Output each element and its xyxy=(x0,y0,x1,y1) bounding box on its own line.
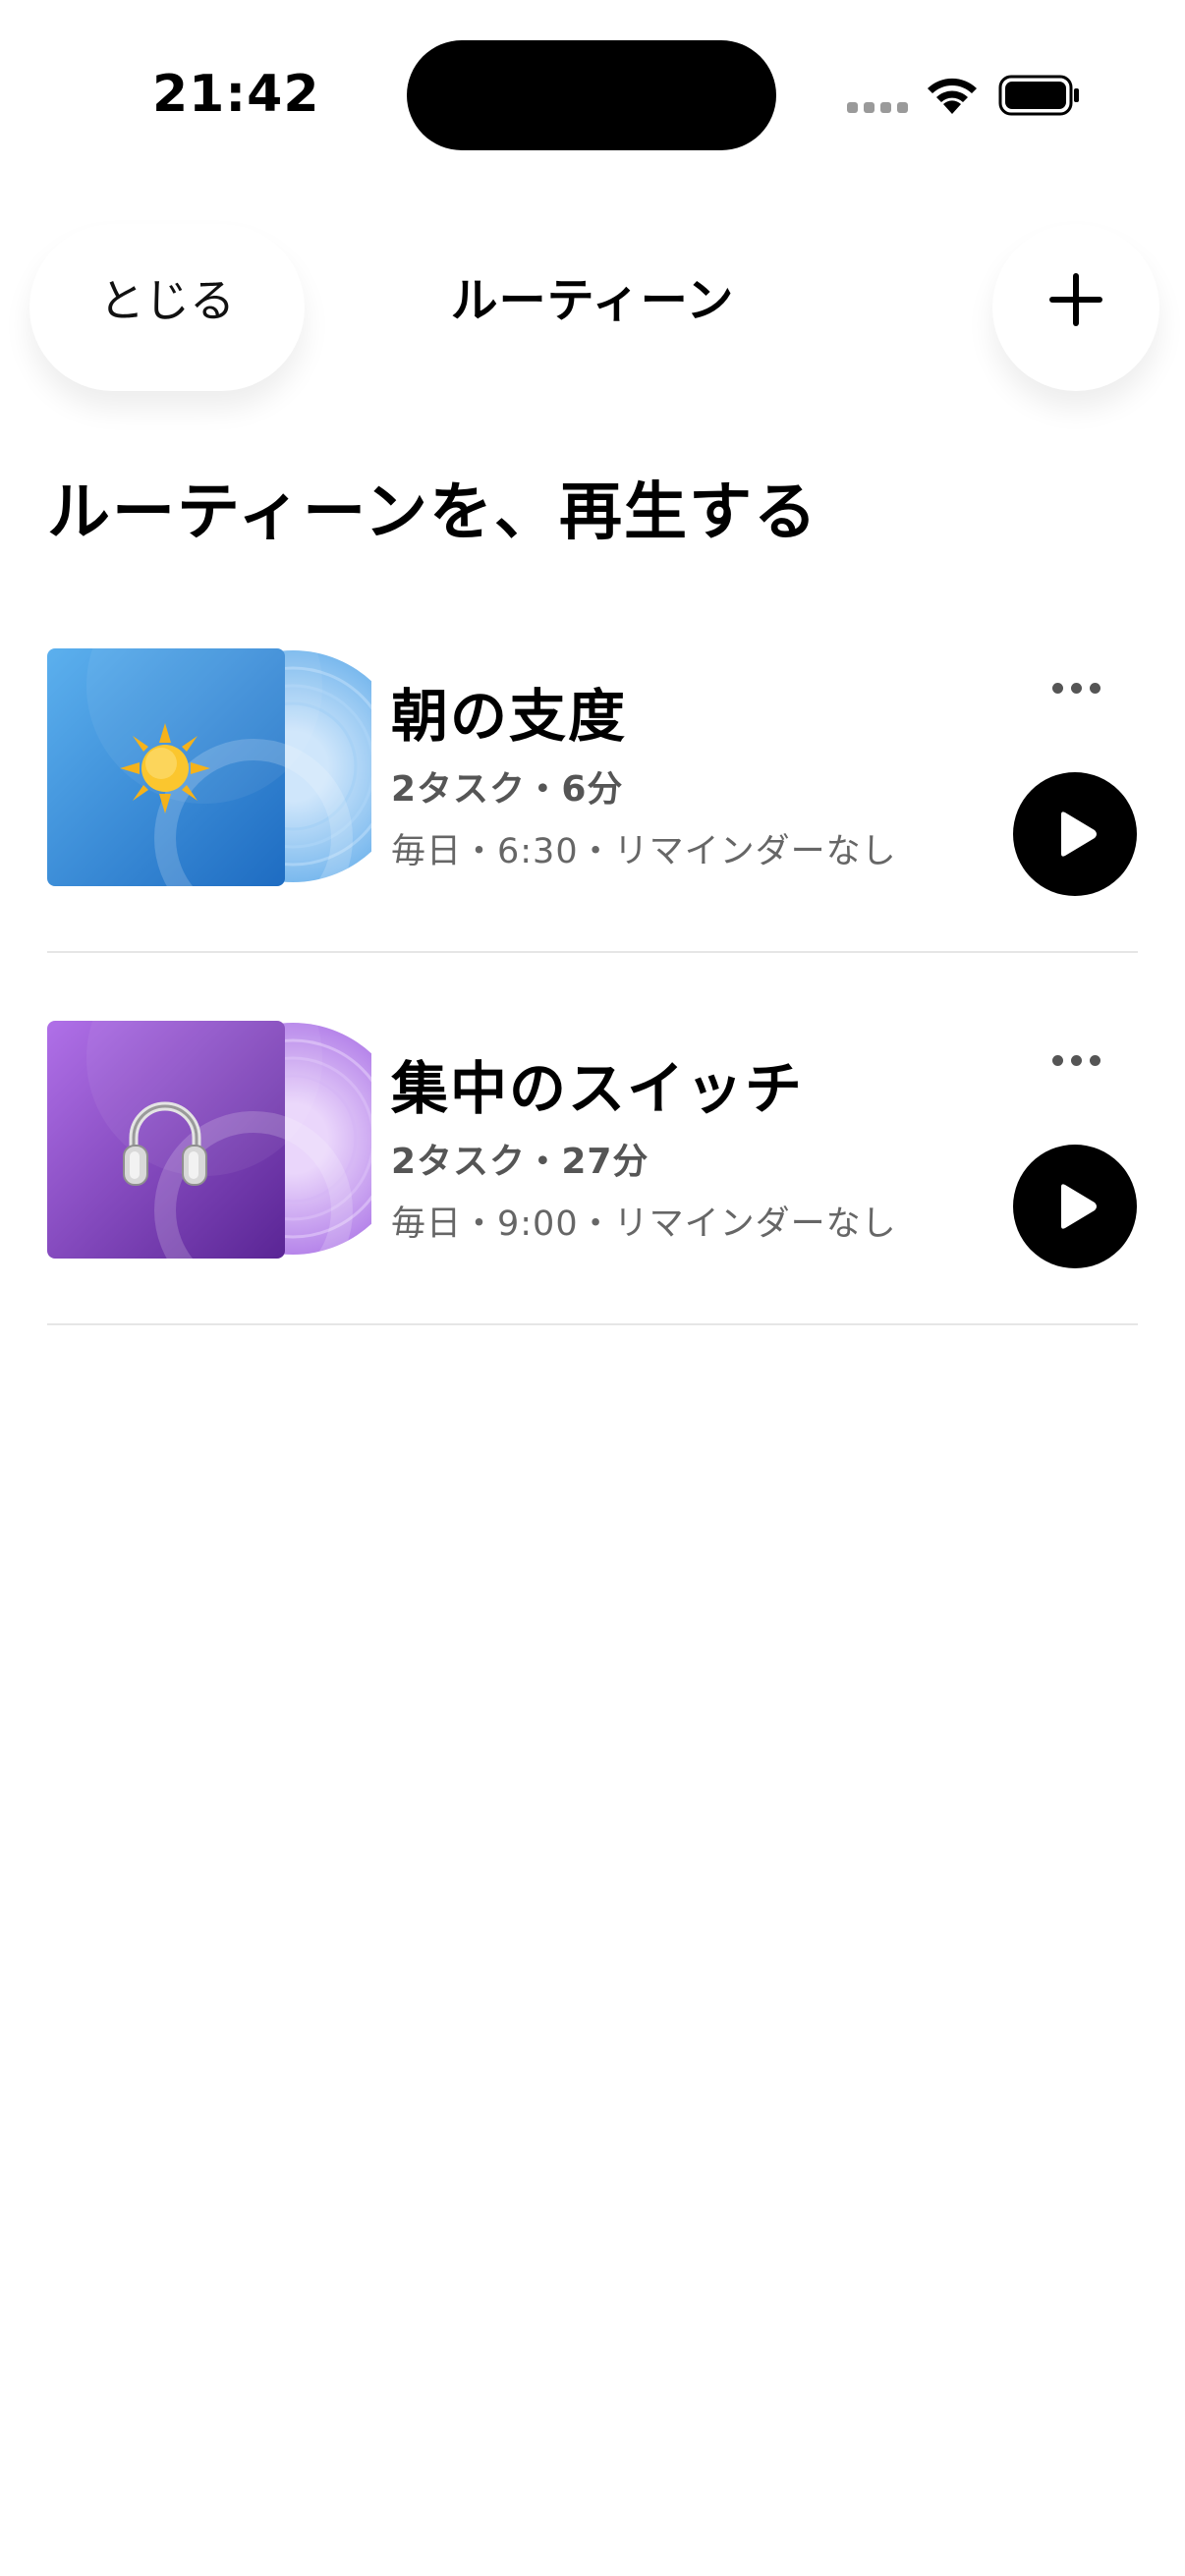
row-divider xyxy=(47,951,1138,953)
sun-icon xyxy=(120,723,210,813)
routine-title: 朝の支度 xyxy=(391,683,628,750)
add-routine-button[interactable] xyxy=(1022,246,1130,354)
routine-row[interactable]: 集中のスイッチ 2タスク・27分 毎日・9:00・リマインダーなし xyxy=(0,1001,1185,1325)
ellipsis-icon xyxy=(1051,1054,1063,1066)
routine-schedule: 毎日・9:00・リマインダーなし xyxy=(391,1204,897,1244)
dynamic-island xyxy=(407,40,776,150)
play-icon xyxy=(1061,1184,1097,1229)
routine-summary: 2タスク・27分 xyxy=(391,1142,649,1182)
routine-row[interactable]: 朝の支度 2タスク・6分 毎日・6:30・リマインダーなし xyxy=(0,629,1185,953)
routine-schedule: 毎日・6:30・リマインダーなし xyxy=(391,832,897,871)
routine-summary: 2タスク・6分 xyxy=(391,769,624,810)
more-options-button[interactable] xyxy=(1037,1031,1115,1090)
more-options-button[interactable] xyxy=(1037,658,1115,717)
row-divider xyxy=(47,1323,1138,1325)
cellular-signal-icon xyxy=(847,102,908,113)
routine-title: 集中のスイッチ xyxy=(391,1055,805,1122)
plus-icon xyxy=(1049,273,1102,326)
play-icon xyxy=(1061,812,1097,857)
battery-icon xyxy=(998,75,1079,116)
ellipsis-icon xyxy=(1051,682,1063,694)
status-time: 21:42 xyxy=(152,65,320,124)
play-button[interactable] xyxy=(1013,1145,1137,1268)
headphones-icon xyxy=(123,1101,207,1186)
page-heading: ルーティーンを、再生する xyxy=(47,476,818,549)
wifi-icon xyxy=(928,78,977,114)
routines-screen: 21:42 とじる ルーティーン ルーティーンを、再生する 朝の支度 2タスク・… xyxy=(0,0,1185,2576)
play-button[interactable] xyxy=(1013,772,1137,896)
